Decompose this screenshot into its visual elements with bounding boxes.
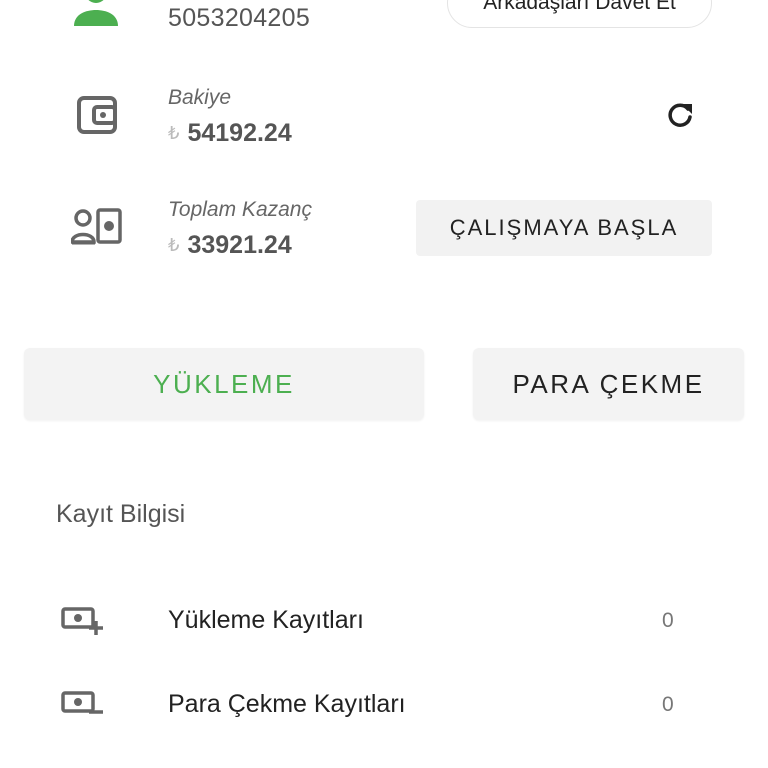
balance-amount-row: ₺ 54192.24 [168, 119, 292, 148]
wallet-icon [76, 95, 118, 135]
list-item-label: Yükleme Kayıtları [168, 606, 364, 634]
balance-amount: 54192.24 [187, 119, 292, 147]
balance-label: Bakiye [168, 86, 232, 109]
withdraw-button[interactable]: PARA ÇEKME [473, 348, 744, 420]
total-earnings-amount: 33921.24 [187, 231, 292, 259]
list-item-label: Para Çekme Kayıtları [168, 690, 406, 718]
earnings-amount-row: ₺ 33921.24 [168, 231, 292, 260]
list-item-withdraw-records[interactable]: Para Çekme Kayıtları 0 [0, 674, 768, 738]
lira-symbol: ₺ [168, 123, 180, 143]
refresh-icon[interactable] [666, 101, 694, 129]
total-earnings-label: Toplam Kazanç [168, 198, 312, 221]
cash-plus-icon [61, 606, 105, 636]
invite-friends-button[interactable]: Arkadaşları Davet Et [447, 0, 712, 28]
load-button[interactable]: YÜKLEME [24, 348, 424, 420]
list-item-count: 0 [662, 693, 674, 716]
user-avatar-icon [72, 0, 120, 28]
start-work-button[interactable]: ÇALIŞMAYA BAŞLA [416, 200, 712, 256]
list-item-count: 0 [662, 609, 674, 632]
list-item-load-records[interactable]: Yükleme Kayıtları 0 [0, 590, 768, 654]
cash-minus-icon [61, 690, 105, 720]
section-title: Kayıt Bilgisi [56, 500, 186, 528]
user-phone: 5053204205 [168, 4, 311, 32]
earnings-icon [71, 208, 123, 246]
lira-symbol: ₺ [168, 235, 180, 255]
